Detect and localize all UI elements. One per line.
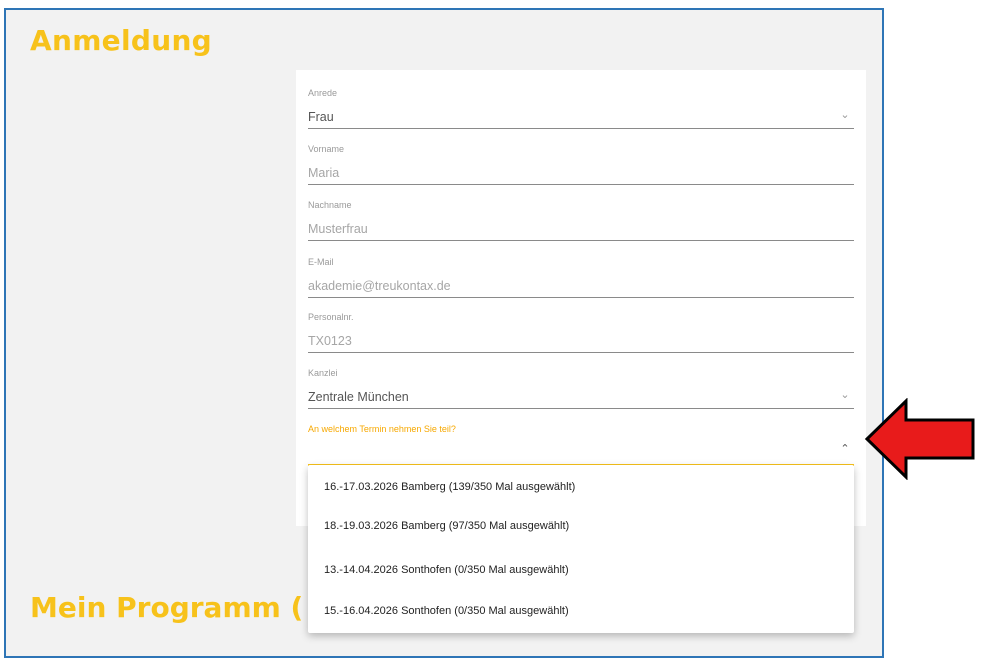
lastname-value: Musterfrau (308, 222, 368, 236)
office-value: Zentrale München (308, 390, 409, 404)
email-value: akademie@treukontax.de (308, 279, 451, 293)
registration-form: Anrede Frau ⌄ Vorname Maria Nachname Mus… (296, 70, 866, 526)
dropdown-option[interactable]: 18.-19.03.2026 Bamberg (97/350 Mal ausge… (308, 506, 854, 546)
office-label: Kanzlei (308, 368, 338, 378)
salutation-select[interactable]: Anrede Frau ⌄ (308, 82, 854, 129)
personnel-number-label: Personalnr. (308, 312, 354, 322)
appointment-select[interactable]: An welchem Termin nehmen Sie teil? ⌃ (308, 418, 854, 466)
dropdown-option[interactable]: 16.-17.03.2026 Bamberg (139/350 Mal ausg… (308, 467, 854, 507)
chevron-down-icon: ⌄ (840, 109, 850, 121)
lastname-label: Nachname (308, 200, 352, 210)
lastname-field[interactable]: Nachname Musterfrau (308, 194, 854, 241)
email-label: E-Mail (308, 257, 334, 267)
program-heading: Mein Programm ( (30, 591, 304, 624)
red-arrow-icon (864, 398, 975, 480)
salutation-label: Anrede (308, 88, 338, 98)
office-select[interactable]: Kanzlei Zentrale München ⌄ (308, 362, 854, 409)
firstname-field[interactable]: Vorname Maria (308, 138, 854, 185)
dropdown-option[interactable]: 13.-14.04.2026 Sonthofen (0/350 Mal ausg… (308, 550, 854, 590)
email-field[interactable]: E-Mail akademie@treukontax.de (308, 251, 854, 298)
firstname-label: Vorname (308, 144, 345, 154)
chevron-down-icon: ⌄ (840, 389, 850, 401)
firstname-value: Maria (308, 166, 340, 180)
personnel-number-value: TX0123 (308, 334, 352, 348)
salutation-value: Frau (308, 110, 334, 124)
appointment-dropdown: 16.-17.03.2026 Bamberg (139/350 Mal ausg… (308, 465, 854, 633)
page-title: Anmeldung (30, 24, 213, 57)
personnel-number-field[interactable]: Personalnr. TX0123 (308, 306, 854, 353)
chevron-up-icon[interactable]: ⌃ (838, 442, 852, 456)
dropdown-option[interactable]: 15.-16.04.2026 Sonthofen (0/350 Mal ausg… (308, 591, 854, 631)
appointment-label: An welchem Termin nehmen Sie teil? (308, 424, 456, 434)
